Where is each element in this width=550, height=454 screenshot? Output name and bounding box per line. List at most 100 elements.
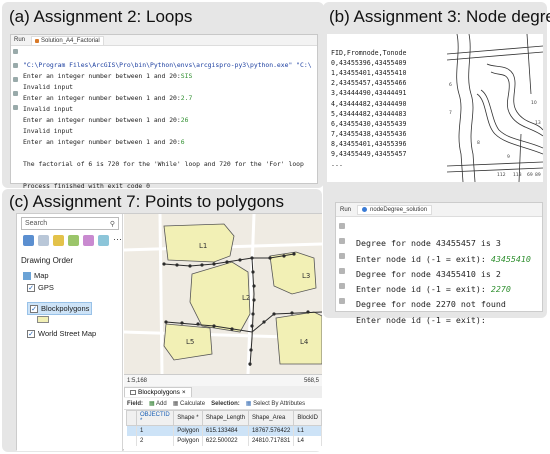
- csv-line: 1,43455401,43455410: [331, 69, 407, 78]
- coordinate-readout: 568,5: [303, 377, 319, 384]
- map-node-label: 13: [535, 120, 541, 126]
- run-tabbar: Run nodeDegree_solution: [336, 203, 542, 217]
- table-cell[interactable]: L1: [293, 425, 322, 436]
- list-by-selection-icon[interactable]: [53, 235, 64, 246]
- calculate-label: Calculate: [180, 401, 206, 407]
- panel-b: (b) Assignment 3: Node degree FID,Fromno…: [323, 2, 550, 325]
- checkbox-icon[interactable]: ✓: [27, 330, 35, 339]
- prompt-text: Enter node id (-1 = exit):: [356, 253, 491, 264]
- console-line: Enter node id (-1 = exit): 43455410: [356, 252, 531, 267]
- print-icon[interactable]: [339, 283, 345, 289]
- run-tab[interactable]: nodeDegree_solution: [357, 204, 433, 215]
- table-cell[interactable]: 622.500022: [202, 435, 249, 446]
- console-toolbar: [339, 223, 347, 313]
- search-input[interactable]: Search ⚲: [21, 217, 119, 230]
- table-cell[interactable]: 18767.576422: [248, 425, 295, 436]
- trash-icon[interactable]: [339, 298, 345, 304]
- print-icon[interactable]: [13, 91, 18, 96]
- run-tab[interactable]: Solution_A4_Factorial: [31, 35, 104, 45]
- table-cell[interactable]: Polygon: [173, 435, 203, 446]
- console-line: Degree for node 2270 not found: [356, 297, 531, 312]
- table-cell[interactable]: Polygon: [173, 425, 203, 436]
- row-selector[interactable]: [126, 425, 137, 436]
- select-by-attributes-icon: ▦: [245, 401, 252, 407]
- console-line: Enter an integer number between 1 and 20…: [23, 137, 312, 148]
- polygon-label: L4: [300, 338, 309, 346]
- attribute-table-pane: Blockpolygons × Field: ▦ Add ▦ Calculate …: [124, 386, 322, 451]
- list-by-snapping-icon[interactable]: [83, 235, 94, 246]
- table-cell[interactable]: 24810.717831: [248, 435, 295, 446]
- table-row[interactable]: 1 Polygon 615.133484 18767.576422 L1: [126, 425, 322, 436]
- map-view[interactable]: L1 L2 L3 L4 L5: [124, 214, 322, 374]
- more-options-icon[interactable]: ⋯: [113, 235, 124, 246]
- table-icon: [130, 390, 136, 395]
- table-cell[interactable]: 1: [136, 425, 175, 436]
- run-tab-label: nodeDegree_solution: [370, 206, 428, 213]
- csv-line: 4,43444482,43444490: [331, 99, 407, 108]
- column-header[interactable]: Shape_Area: [247, 410, 295, 426]
- rerun-icon[interactable]: [339, 223, 345, 229]
- polygon-label: L3: [302, 272, 310, 280]
- list-by-labeling-icon[interactable]: [98, 235, 109, 246]
- polygon-l4[interactable]: [275, 311, 322, 365]
- search-icon: ⚲: [109, 220, 115, 228]
- scale-selector[interactable]: 1:5,168: [127, 378, 147, 384]
- scroll-icon[interactable]: [13, 77, 18, 82]
- map-icon: [23, 272, 31, 281]
- table-cell[interactable]: 2: [136, 435, 175, 446]
- console-path-text: "C:\Program Files\ArcGIS\Pro\bin\Python\…: [23, 61, 312, 69]
- selection-label: Selection:: [211, 400, 240, 407]
- layer-world-street-map[interactable]: ✓ World Street Map: [27, 329, 96, 339]
- calculator-icon: ▦: [172, 401, 179, 407]
- attribute-toolbar: Field: ▦ Add ▦ Calculate Selection: ▦ Se…: [124, 398, 322, 410]
- user-input: 2.7: [180, 94, 193, 102]
- csv-line: ...: [331, 160, 343, 169]
- checkbox-icon[interactable]: ✓: [27, 284, 35, 293]
- table-row[interactable]: 2 Polygon 622.500022 24810.717831 L4: [126, 435, 322, 446]
- list-by-drawing-order-icon[interactable]: [23, 235, 34, 246]
- csv-line: 2,43455457,43455466: [331, 79, 407, 88]
- result-text: Degree for node 2270 not found: [356, 299, 506, 310]
- wrap-icon[interactable]: [339, 253, 345, 259]
- row-selector[interactable]: [126, 435, 137, 446]
- stop-icon[interactable]: [13, 63, 18, 68]
- column-header[interactable]: OBJECTID *: [135, 410, 175, 426]
- rerun-icon[interactable]: [13, 49, 18, 54]
- user-input: 43455410: [490, 253, 531, 264]
- console-line: The factorial of 6 is 720 for the 'While…: [23, 159, 312, 170]
- console-line: Enter node id (-1 = exit): 2270: [356, 282, 531, 297]
- map-node-label: 8: [477, 140, 480, 146]
- layer-gps[interactable]: ✓ GPS: [27, 283, 54, 293]
- csv-line: 3,43444490,43444491: [331, 89, 407, 98]
- column-header[interactable]: Shape *: [173, 410, 203, 426]
- table-cell[interactable]: L4: [293, 435, 322, 446]
- layer-blockpolygons[interactable]: ✓ Blockpolygons: [27, 302, 93, 316]
- checkbox-icon[interactable]: ✓: [30, 305, 38, 314]
- attribute-tabbar: Blockpolygons ×: [124, 386, 322, 398]
- select-by-attributes-button[interactable]: ▦ Select By Attributes: [246, 400, 305, 407]
- calculate-button[interactable]: ▦ Calculate: [173, 400, 205, 407]
- column-header[interactable]: Shape_Length: [201, 410, 249, 426]
- layer-map[interactable]: Map: [23, 271, 49, 281]
- stop-icon[interactable]: [339, 238, 345, 244]
- run-tab-label: Solution_A4_Factorial: [41, 37, 100, 44]
- add-field-button[interactable]: ▦ Add: [149, 400, 167, 407]
- csv-line: 9,43455449,43455457: [331, 150, 407, 159]
- column-header[interactable]: BlockID: [293, 410, 322, 426]
- attribute-table: OBJECTID * Shape * Shape_Length Shape_Ar…: [126, 410, 322, 446]
- csv-line: 8,43455401,43455396: [331, 139, 407, 148]
- map-status-bar: 1:5,168 568,5: [124, 374, 322, 386]
- trash-icon[interactable]: [13, 105, 18, 110]
- layer-gps-label: GPS: [38, 283, 54, 292]
- scroll-icon[interactable]: [339, 268, 345, 274]
- list-by-editing-icon[interactable]: [68, 235, 79, 246]
- list-by-source-icon[interactable]: [38, 235, 49, 246]
- map-node-label: 7: [449, 110, 452, 116]
- table-cell[interactable]: 615.133484: [202, 425, 249, 436]
- polygon-symbol-swatch[interactable]: [37, 316, 49, 323]
- panel-c-title: (c) Assignment 7: Points to polygons: [9, 192, 284, 211]
- attribute-tab[interactable]: Blockpolygons ×: [124, 387, 192, 397]
- result-text: The factorial of 6 is 720 for the 'While…: [23, 160, 304, 168]
- close-icon[interactable]: ×: [182, 389, 186, 396]
- map-node-label: 113: [513, 172, 522, 178]
